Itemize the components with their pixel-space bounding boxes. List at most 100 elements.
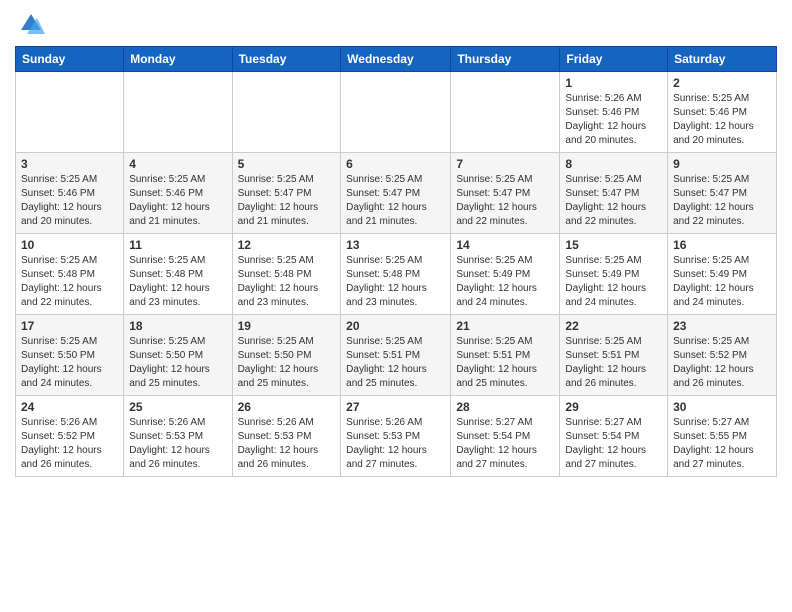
day-info: Sunrise: 5:26 AM Sunset: 5:53 PM Dayligh… <box>129 416 226 472</box>
page: SundayMondayTuesdayWednesdayThursdayFrid… <box>0 0 792 492</box>
calendar-week-row: 10 Sunrise: 5:25 AM Sunset: 5:48 PM Dayli… <box>16 234 777 315</box>
day-info: Sunrise: 5:25 AM Sunset: 5:48 PM Dayligh… <box>21 254 118 310</box>
header <box>15 10 777 38</box>
day-number: 29 <box>565 400 662 414</box>
day-info: Sunrise: 5:26 AM Sunset: 5:52 PM Dayligh… <box>21 416 118 472</box>
calendar-cell: 7 Sunrise: 5:25 AM Sunset: 5:47 PM Daylig… <box>451 153 560 234</box>
calendar-table: SundayMondayTuesdayWednesdayThursdayFrid… <box>15 46 777 477</box>
day-number: 15 <box>565 238 662 252</box>
weekday-monday: Monday <box>124 47 232 72</box>
day-number: 1 <box>565 76 662 90</box>
day-number: 12 <box>238 238 336 252</box>
day-number: 20 <box>346 319 445 333</box>
day-number: 14 <box>456 238 554 252</box>
day-info: Sunrise: 5:25 AM Sunset: 5:50 PM Dayligh… <box>129 335 226 391</box>
day-info: Sunrise: 5:25 AM Sunset: 5:50 PM Dayligh… <box>238 335 336 391</box>
day-number: 28 <box>456 400 554 414</box>
calendar-cell: 27Sunrise: 5:26 AM Sunset: 5:53 PM Dayli… <box>341 396 451 477</box>
day-number: 23 <box>673 319 771 333</box>
day-number: 17 <box>21 319 118 333</box>
calendar-cell: 19 Sunrise: 5:25 AM Sunset: 5:50 PM Dayli… <box>232 315 341 396</box>
day-info: Sunrise: 5:25 AM Sunset: 5:51 PM Dayligh… <box>346 335 445 391</box>
weekday-wednesday: Wednesday <box>341 47 451 72</box>
calendar-cell: 1 Sunrise: 5:26 AM Sunset: 5:46 PM Daylig… <box>560 72 668 153</box>
day-number: 6 <box>346 157 445 171</box>
day-info: Sunrise: 5:26 AM Sunset: 5:46 PM Dayligh… <box>565 92 662 148</box>
day-number: 27 <box>346 400 445 414</box>
calendar-cell: 29 Sunrise: 5:27 AM Sunset: 5:54 PM Dayli… <box>560 396 668 477</box>
calendar-cell: 28 Sunrise: 5:27 AM Sunset: 5:54 PM Dayli… <box>451 396 560 477</box>
day-number: 7 <box>456 157 554 171</box>
day-number: 21 <box>456 319 554 333</box>
day-number: 5 <box>238 157 336 171</box>
weekday-sunday: Sunday <box>16 47 124 72</box>
weekday-saturday: Saturday <box>668 47 777 72</box>
day-number: 18 <box>129 319 226 333</box>
calendar-cell: 30 Sunrise: 5:27 AM Sunset: 5:55 PM Dayli… <box>668 396 777 477</box>
day-info: Sunrise: 5:25 AM Sunset: 5:50 PM Dayligh… <box>21 335 118 391</box>
calendar-cell: 2Sunrise: 5:25 AM Sunset: 5:46 PM Daylig… <box>668 72 777 153</box>
calendar-cell: 22Sunrise: 5:25 AM Sunset: 5:51 PM Dayli… <box>560 315 668 396</box>
calendar-cell: 10 Sunrise: 5:25 AM Sunset: 5:48 PM Dayli… <box>16 234 124 315</box>
day-number: 30 <box>673 400 771 414</box>
day-info: Sunrise: 5:25 AM Sunset: 5:49 PM Dayligh… <box>456 254 554 310</box>
day-info: Sunrise: 5:27 AM Sunset: 5:55 PM Dayligh… <box>673 416 771 472</box>
calendar-cell: 12 Sunrise: 5:25 AM Sunset: 5:48 PM Dayli… <box>232 234 341 315</box>
day-info: Sunrise: 5:25 AM Sunset: 5:47 PM Dayligh… <box>673 173 771 229</box>
calendar-cell: 13 Sunrise: 5:25 AM Sunset: 5:48 PM Dayli… <box>341 234 451 315</box>
day-number: 10 <box>21 238 118 252</box>
day-info: Sunrise: 5:25 AM Sunset: 5:47 PM Dayligh… <box>456 173 554 229</box>
day-info: Sunrise: 5:25 AM Sunset: 5:48 PM Dayligh… <box>238 254 336 310</box>
calendar-cell: 21 Sunrise: 5:25 AM Sunset: 5:51 PM Dayli… <box>451 315 560 396</box>
day-info: Sunrise: 5:25 AM Sunset: 5:51 PM Dayligh… <box>456 335 554 391</box>
weekday-friday: Friday <box>560 47 668 72</box>
calendar-cell: 14 Sunrise: 5:25 AM Sunset: 5:49 PM Dayli… <box>451 234 560 315</box>
day-number: 3 <box>21 157 118 171</box>
day-info: Sunrise: 5:25 AM Sunset: 5:49 PM Dayligh… <box>565 254 662 310</box>
day-info: Sunrise: 5:25 AM Sunset: 5:47 PM Dayligh… <box>346 173 445 229</box>
calendar-cell: 16 Sunrise: 5:25 AM Sunset: 5:49 PM Dayli… <box>668 234 777 315</box>
day-number: 19 <box>238 319 336 333</box>
day-number: 22 <box>565 319 662 333</box>
day-number: 11 <box>129 238 226 252</box>
calendar-week-row: 1 Sunrise: 5:26 AM Sunset: 5:46 PM Daylig… <box>16 72 777 153</box>
calendar-cell: 18 Sunrise: 5:25 AM Sunset: 5:50 PM Dayli… <box>124 315 232 396</box>
day-number: 26 <box>238 400 336 414</box>
calendar-cell: 17 Sunrise: 5:25 AM Sunset: 5:50 PM Dayli… <box>16 315 124 396</box>
calendar-cell: 9 Sunrise: 5:25 AM Sunset: 5:47 PM Daylig… <box>668 153 777 234</box>
day-info: Sunrise: 5:27 AM Sunset: 5:54 PM Dayligh… <box>456 416 554 472</box>
logo-icon <box>17 10 45 38</box>
calendar-week-row: 3 Sunrise: 5:25 AM Sunset: 5:46 PM Daylig… <box>16 153 777 234</box>
day-info: Sunrise: 5:25 AM Sunset: 5:46 PM Dayligh… <box>129 173 226 229</box>
calendar-cell <box>451 72 560 153</box>
calendar-cell <box>232 72 341 153</box>
day-info: Sunrise: 5:25 AM Sunset: 5:48 PM Dayligh… <box>346 254 445 310</box>
day-info: Sunrise: 5:27 AM Sunset: 5:54 PM Dayligh… <box>565 416 662 472</box>
calendar-cell: 8 Sunrise: 5:25 AM Sunset: 5:47 PM Daylig… <box>560 153 668 234</box>
logo <box>15 10 45 38</box>
day-number: 16 <box>673 238 771 252</box>
calendar-cell: 6 Sunrise: 5:25 AM Sunset: 5:47 PM Daylig… <box>341 153 451 234</box>
calendar-cell: 11 Sunrise: 5:25 AM Sunset: 5:48 PM Dayli… <box>124 234 232 315</box>
day-info: Sunrise: 5:25 AM Sunset: 5:49 PM Dayligh… <box>673 254 771 310</box>
day-info: Sunrise: 5:25 AM Sunset: 5:47 PM Dayligh… <box>565 173 662 229</box>
day-info: Sunrise: 5:25 AM Sunset: 5:52 PM Dayligh… <box>673 335 771 391</box>
day-number: 25 <box>129 400 226 414</box>
day-number: 9 <box>673 157 771 171</box>
day-number: 2 <box>673 76 771 90</box>
day-number: 8 <box>565 157 662 171</box>
day-info: Sunrise: 5:26 AM Sunset: 5:53 PM Dayligh… <box>238 416 336 472</box>
calendar-cell <box>16 72 124 153</box>
day-info: Sunrise: 5:25 AM Sunset: 5:48 PM Dayligh… <box>129 254 226 310</box>
day-number: 13 <box>346 238 445 252</box>
calendar-cell: 20 Sunrise: 5:25 AM Sunset: 5:51 PM Dayli… <box>341 315 451 396</box>
day-number: 4 <box>129 157 226 171</box>
day-info: Sunrise: 5:25 AM Sunset: 5:46 PM Dayligh… <box>21 173 118 229</box>
weekday-thursday: Thursday <box>451 47 560 72</box>
calendar-cell <box>124 72 232 153</box>
day-info: Sunrise: 5:25 AM Sunset: 5:47 PM Dayligh… <box>238 173 336 229</box>
weekday-header-row: SundayMondayTuesdayWednesdayThursdayFrid… <box>16 47 777 72</box>
calendar-cell: 5 Sunrise: 5:25 AM Sunset: 5:47 PM Daylig… <box>232 153 341 234</box>
calendar-week-row: 24Sunrise: 5:26 AM Sunset: 5:52 PM Dayli… <box>16 396 777 477</box>
calendar-cell: 25 Sunrise: 5:26 AM Sunset: 5:53 PM Dayli… <box>124 396 232 477</box>
